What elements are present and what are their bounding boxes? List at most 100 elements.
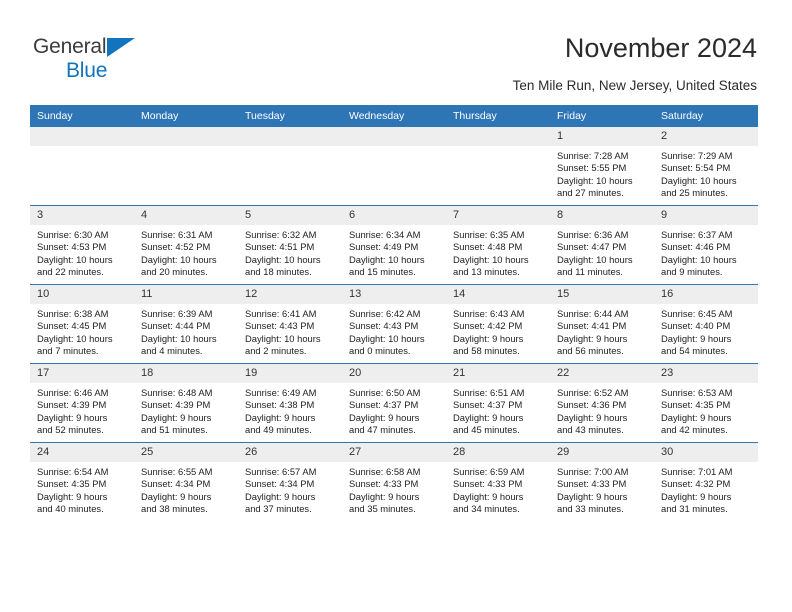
daylight-duration-line1: Daylight: 10 hours xyxy=(37,253,113,265)
sunrise-time: Sunrise: 6:42 AM xyxy=(349,308,421,319)
day-details: Sunrise: 6:49 AM Sunset: 4:38 PM Daylight:… xyxy=(238,383,342,437)
calendar-day-cell[interactable]: 16 Sunrise: 6:45 AM Sunset: 4:40 PM Dayligh… xyxy=(654,284,758,364)
daylight-duration-line2: and 38 minutes. xyxy=(141,503,208,515)
calendar-day-cell[interactable]: 5 Sunrise: 6:32 AM Sunset: 4:51 PM Daylight… xyxy=(238,205,342,285)
calendar-day-cell[interactable]: 28 Sunrise: 6:59 AM Sunset: 4:33 PM Dayligh… xyxy=(446,442,550,521)
sunset-time: Sunset: 4:33 PM xyxy=(349,478,419,490)
calendar-day-cell-empty xyxy=(342,127,446,206)
sunset-time: Sunset: 4:36 PM xyxy=(557,399,627,411)
calendar-day-cell[interactable]: 6 Sunrise: 6:34 AM Sunset: 4:49 PM Daylight… xyxy=(342,205,446,285)
calendar-day-cell[interactable]: 15 Sunrise: 6:44 AM Sunset: 4:41 PM Dayligh… xyxy=(550,284,654,364)
weekday-header-wednesday: Wednesday xyxy=(342,105,446,127)
sunset-time: Sunset: 4:43 PM xyxy=(349,320,419,332)
day-number: 18 xyxy=(134,364,238,383)
calendar-day-cell[interactable]: 19 Sunrise: 6:49 AM Sunset: 4:38 PM Dayligh… xyxy=(238,363,342,443)
calendar-day-cell[interactable]: 24 Sunrise: 6:54 AM Sunset: 4:35 PM Dayligh… xyxy=(30,442,134,521)
calendar-day-cell[interactable]: 1 Sunrise: 7:28 AM Sunset: 5:55 PM Daylight… xyxy=(550,127,654,206)
day-number: 16 xyxy=(654,285,758,304)
calendar-day-cell[interactable]: 25 Sunrise: 6:55 AM Sunset: 4:34 PM Dayligh… xyxy=(134,442,238,521)
sunrise-time: Sunrise: 6:38 AM xyxy=(37,308,109,319)
calendar-day-cell-empty xyxy=(238,127,342,206)
calendar-day-cell[interactable]: 11 Sunrise: 6:39 AM Sunset: 4:44 PM Dayligh… xyxy=(134,284,238,364)
sunset-time: Sunset: 5:55 PM xyxy=(557,162,627,174)
calendar-day-cell[interactable]: 27 Sunrise: 6:58 AM Sunset: 4:33 PM Dayligh… xyxy=(342,442,446,521)
calendar-day-cell[interactable]: 20 Sunrise: 6:50 AM Sunset: 4:37 PM Dayligh… xyxy=(342,363,446,443)
calendar-day-cell[interactable]: 17 Sunrise: 6:46 AM Sunset: 4:39 PM Dayligh… xyxy=(30,363,134,443)
calendar-day-cell[interactable]: 22 Sunrise: 6:52 AM Sunset: 4:36 PM Dayligh… xyxy=(550,363,654,443)
sunrise-time: Sunrise: 6:57 AM xyxy=(245,466,317,477)
day-number: 21 xyxy=(446,364,550,383)
day-details: Sunrise: 6:46 AM Sunset: 4:39 PM Daylight:… xyxy=(30,383,134,437)
calendar-day-cell[interactable]: 14 Sunrise: 6:43 AM Sunset: 4:42 PM Dayligh… xyxy=(446,284,550,364)
daylight-duration-line1: Daylight: 10 hours xyxy=(37,332,113,344)
calendar-week-row: 10 Sunrise: 6:38 AM Sunset: 4:45 PM Dayligh… xyxy=(30,284,758,364)
sunset-time: Sunset: 4:35 PM xyxy=(37,478,107,490)
day-number: 14 xyxy=(446,285,550,304)
daylight-duration-line1: Daylight: 10 hours xyxy=(349,332,425,344)
sunset-time: Sunset: 4:52 PM xyxy=(141,241,211,253)
daylight-duration-line1: Daylight: 9 hours xyxy=(453,490,524,502)
calendar-day-cell-empty xyxy=(446,127,550,206)
day-number: 6 xyxy=(342,206,446,225)
calendar-day-cell[interactable]: 3 Sunrise: 6:30 AM Sunset: 4:53 PM Daylight… xyxy=(30,205,134,285)
day-details: Sunrise: 6:39 AM Sunset: 4:44 PM Daylight:… xyxy=(134,304,238,358)
daylight-duration-line1: Daylight: 9 hours xyxy=(37,411,108,423)
day-details xyxy=(134,146,238,150)
calendar-day-cell[interactable]: 2 Sunrise: 7:29 AM Sunset: 5:54 PM Daylight… xyxy=(654,127,758,206)
daylight-duration-line2: and 51 minutes. xyxy=(141,424,208,436)
calendar-day-cell[interactable]: 21 Sunrise: 6:51 AM Sunset: 4:37 PM Dayligh… xyxy=(446,363,550,443)
sunset-time: Sunset: 4:37 PM xyxy=(349,399,419,411)
weekday-header-tuesday: Tuesday xyxy=(238,105,342,127)
calendar-day-cell[interactable]: 8 Sunrise: 6:36 AM Sunset: 4:47 PM Daylight… xyxy=(550,205,654,285)
calendar-day-cell[interactable]: 29 Sunrise: 7:00 AM Sunset: 4:33 PM Dayligh… xyxy=(550,442,654,521)
calendar-day-cell[interactable]: 13 Sunrise: 6:42 AM Sunset: 4:43 PM Dayligh… xyxy=(342,284,446,364)
calendar-day-cell[interactable]: 9 Sunrise: 6:37 AM Sunset: 4:46 PM Daylight… xyxy=(654,205,758,285)
day-details: Sunrise: 6:37 AM Sunset: 4:46 PM Daylight:… xyxy=(654,225,758,279)
daylight-duration-line2: and 49 minutes. xyxy=(245,424,312,436)
sunset-time: Sunset: 4:47 PM xyxy=(557,241,627,253)
calendar-day-cell[interactable]: 12 Sunrise: 6:41 AM Sunset: 4:43 PM Dayligh… xyxy=(238,284,342,364)
calendar-week-row: 3 Sunrise: 6:30 AM Sunset: 4:53 PM Daylight… xyxy=(30,205,758,285)
daylight-duration-line2: and 47 minutes. xyxy=(349,424,416,436)
day-details: Sunrise: 6:48 AM Sunset: 4:39 PM Daylight:… xyxy=(134,383,238,437)
daylight-duration-line2: and 35 minutes. xyxy=(349,503,416,515)
calendar-day-cell[interactable]: 30 Sunrise: 7:01 AM Sunset: 4:32 PM Dayligh… xyxy=(654,442,758,521)
brand-name-blue: Blue xyxy=(66,59,108,82)
day-details: Sunrise: 6:36 AM Sunset: 4:47 PM Daylight:… xyxy=(550,225,654,279)
calendar-page: General Blue November 2024 Ten Mile Run,… xyxy=(0,0,792,612)
sunrise-time: Sunrise: 6:45 AM xyxy=(661,308,733,319)
daylight-duration-line1: Daylight: 10 hours xyxy=(557,253,633,265)
daylight-duration-line2: and 20 minutes. xyxy=(141,266,208,278)
daylight-duration-line1: Daylight: 10 hours xyxy=(141,253,217,265)
sunset-time: Sunset: 4:37 PM xyxy=(453,399,523,411)
day-details: Sunrise: 6:38 AM Sunset: 4:45 PM Daylight:… xyxy=(30,304,134,358)
day-number: 12 xyxy=(238,285,342,304)
sunrise-time: Sunrise: 6:39 AM xyxy=(141,308,213,319)
calendar-day-cell[interactable]: 7 Sunrise: 6:35 AM Sunset: 4:48 PM Daylight… xyxy=(446,205,550,285)
daylight-duration-line1: Daylight: 10 hours xyxy=(245,253,321,265)
day-details: Sunrise: 6:58 AM Sunset: 4:33 PM Daylight:… xyxy=(342,462,446,516)
calendar-day-cell[interactable]: 4 Sunrise: 6:31 AM Sunset: 4:52 PM Daylight… xyxy=(134,205,238,285)
day-details: Sunrise: 6:32 AM Sunset: 4:51 PM Daylight:… xyxy=(238,225,342,279)
day-number: 19 xyxy=(238,364,342,383)
sunrise-time: Sunrise: 6:31 AM xyxy=(141,229,213,240)
calendar-day-cell[interactable]: 18 Sunrise: 6:48 AM Sunset: 4:39 PM Dayligh… xyxy=(134,363,238,443)
calendar-day-cell[interactable]: 26 Sunrise: 6:57 AM Sunset: 4:34 PM Dayligh… xyxy=(238,442,342,521)
daylight-duration-line1: Daylight: 10 hours xyxy=(661,253,737,265)
calendar-header-row: Sunday Monday Tuesday Wednesday Thursday… xyxy=(30,105,758,127)
sunset-time: Sunset: 4:40 PM xyxy=(661,320,731,332)
day-number: 13 xyxy=(342,285,446,304)
weekday-header-monday: Monday xyxy=(134,105,238,127)
sunrise-time: Sunrise: 6:54 AM xyxy=(37,466,109,477)
daylight-duration-line2: and 22 minutes. xyxy=(37,266,104,278)
day-number: 8 xyxy=(550,206,654,225)
brand-logo[interactable]: General Blue xyxy=(33,36,233,86)
calendar-day-cell-empty xyxy=(30,127,134,206)
daylight-duration-line1: Daylight: 10 hours xyxy=(349,253,425,265)
daylight-duration-line2: and 18 minutes. xyxy=(245,266,312,278)
sunset-time: Sunset: 4:32 PM xyxy=(661,478,731,490)
brand-triangle-icon xyxy=(107,38,135,57)
calendar-day-cell[interactable]: 10 Sunrise: 6:38 AM Sunset: 4:45 PM Dayligh… xyxy=(30,284,134,364)
calendar-day-cell[interactable]: 23 Sunrise: 6:53 AM Sunset: 4:35 PM Dayligh… xyxy=(654,363,758,443)
day-number xyxy=(446,127,550,146)
